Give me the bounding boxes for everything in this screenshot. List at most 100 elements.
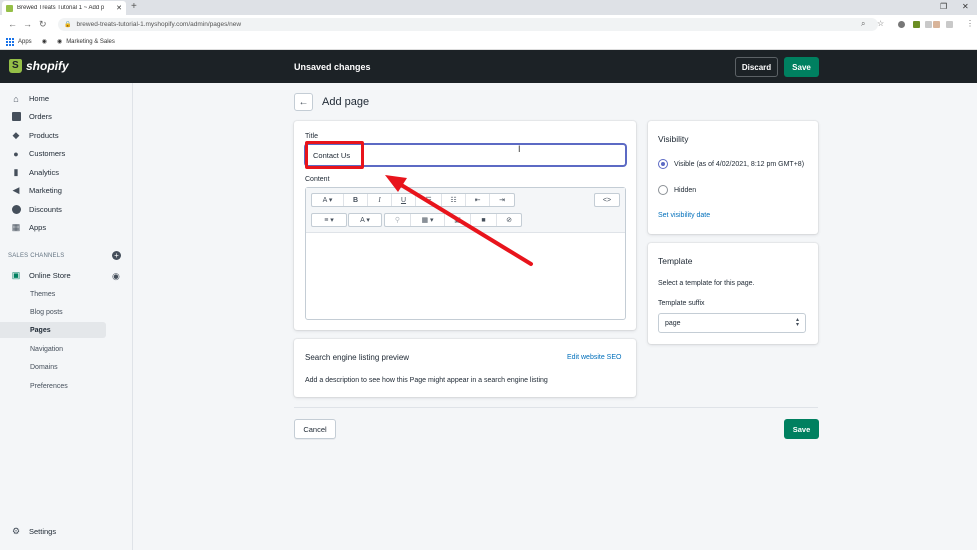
- extension-icon[interactable]: [946, 21, 953, 28]
- bold-button[interactable]: B: [344, 194, 368, 206]
- footer-divider: [294, 407, 818, 408]
- shopify-logo[interactable]: shopify: [9, 59, 69, 73]
- sidebar-item-settings[interactable]: ⚙ Settings: [0, 523, 133, 540]
- seo-heading: Search engine listing preview: [305, 353, 410, 362]
- visible-radio[interactable]: [658, 159, 668, 169]
- outdent-button[interactable]: ⇤: [466, 194, 490, 206]
- sidebar-item-discounts[interactable]: Discounts: [0, 201, 133, 218]
- add-channel-icon[interactable]: +: [112, 251, 121, 260]
- annotation-highlight-box: [305, 141, 364, 169]
- extension-icon[interactable]: [933, 21, 940, 28]
- visibility-heading: Visibility: [658, 134, 689, 144]
- bookmark-marketing[interactable]: ◉: [42, 38, 47, 45]
- sidebar-subitem-pages[interactable]: Pages: [0, 322, 106, 338]
- shopify-bag-icon: [9, 59, 22, 73]
- bookmark-label: Marketing & Sales: [66, 38, 115, 45]
- bookmark-marketing-sales[interactable]: ◉ Marketing & Sales: [57, 38, 115, 46]
- extension-icon[interactable]: [898, 21, 905, 28]
- back-button[interactable]: ←: [294, 93, 313, 111]
- text-color-button[interactable]: A ▾: [349, 214, 381, 226]
- sidebar-subitem-themes[interactable]: Themes: [0, 286, 106, 302]
- underline-button[interactable]: U: [392, 194, 416, 206]
- toolbar-group-text: A ▾ B I U ☰ ☷ ⇤ ⇥: [311, 193, 515, 207]
- template-suffix-value: page: [665, 319, 681, 327]
- save-button-bottom[interactable]: Save: [784, 419, 819, 439]
- italic-button[interactable]: I: [368, 194, 392, 206]
- sidebar-subitem-preferences[interactable]: Preferences: [0, 378, 106, 394]
- sidebar-item-label: Analytics: [29, 168, 60, 177]
- align-button[interactable]: ≡ ▾: [312, 214, 346, 226]
- set-visibility-date-link[interactable]: Set visibility date: [658, 212, 710, 219]
- zoom-icon[interactable]: ⌕: [861, 19, 865, 29]
- link-icon[interactable]: ⚲: [385, 214, 411, 226]
- person-icon: ●: [13, 148, 19, 159]
- extension-icon[interactable]: [913, 21, 920, 28]
- cancel-button[interactable]: Cancel: [294, 419, 336, 439]
- sidebar-subitem-domains[interactable]: Domains: [0, 359, 106, 375]
- sidebar-item-label: Marketing: [29, 186, 62, 195]
- eye-icon[interactable]: ◉: [112, 271, 120, 282]
- new-tab-icon[interactable]: +: [131, 1, 137, 12]
- sidebar-item-label: Discounts: [29, 205, 62, 214]
- gear-icon: ⚙: [11, 526, 21, 536]
- back-arrow-icon[interactable]: ←: [8, 19, 17, 29]
- hidden-radio[interactable]: [658, 185, 668, 195]
- sidebar-item-customers[interactable]: ● Customers: [0, 145, 133, 162]
- seo-card: Search engine listing preview Edit websi…: [294, 339, 636, 397]
- visibility-card: Visibility Visible (as of 4/02/2021, 8:1…: [648, 121, 818, 234]
- restore-window-icon[interactable]: ❐: [940, 2, 947, 11]
- sidebar-item-label: Online Store: [29, 271, 71, 280]
- sidebar-item-products[interactable]: ◆ Products: [0, 127, 133, 144]
- close-tab-icon[interactable]: ✕: [116, 4, 122, 12]
- home-icon: ⌂: [13, 93, 19, 104]
- sidebar-subitem-blog-posts[interactable]: Blog posts: [0, 304, 106, 320]
- browser-address-bar: ← → ↻ 🔒 brewed-treats-tutorial-1.myshopi…: [0, 15, 977, 34]
- hidden-radio-label: Hidden: [674, 187, 697, 194]
- save-button-top[interactable]: Save: [784, 57, 819, 77]
- clear-format-icon[interactable]: ⊘: [497, 214, 521, 226]
- sidebar-item-home[interactable]: ⌂ Home: [0, 90, 133, 107]
- sidebar-item-analytics[interactable]: ▮ Analytics: [0, 164, 133, 181]
- unsaved-changes-label: Unsaved changes: [294, 62, 371, 72]
- indent-button[interactable]: ⇥: [490, 194, 514, 206]
- tag-icon: ◆: [12, 130, 20, 140]
- toolbar-group-insert: ⚲ ▦ ▾ ▣ ■ ⊘: [384, 213, 522, 227]
- editor-toolbar: A ▾ B I U ☰ ☷ ⇤ ⇥ <> ≡ ▾ A ▾ ⚲ ▦ ▾ ▣ ■ ⊘: [306, 188, 625, 233]
- store-icon: ▣: [11, 270, 21, 280]
- template-card: Template Select a template for this page…: [648, 243, 818, 344]
- template-heading: Template: [658, 256, 693, 266]
- numbered-list-button[interactable]: ☷: [442, 194, 466, 206]
- edit-seo-link[interactable]: Edit website SEO: [567, 354, 621, 361]
- orders-icon: [11, 112, 21, 122]
- table-button[interactable]: ▦ ▾: [411, 214, 445, 226]
- discard-button[interactable]: Discard: [735, 57, 778, 77]
- toolbar-group-align: ≡ ▾: [311, 213, 347, 227]
- sidebar-item-apps[interactable]: ▦ Apps: [0, 219, 133, 236]
- close-window-icon[interactable]: ✕: [962, 2, 969, 11]
- globe-icon: ◉: [41, 39, 47, 45]
- bookmark-apps[interactable]: Apps: [6, 37, 32, 46]
- bullet-list-button[interactable]: ☰: [416, 194, 442, 206]
- toolbar-group-html: <>: [594, 193, 620, 207]
- sidebar-subitem-navigation[interactable]: Navigation: [0, 341, 106, 357]
- menu-dots-icon[interactable]: ⋮: [966, 19, 974, 28]
- lock-icon: 🔒: [64, 22, 72, 28]
- sidebar-item-label: Apps: [29, 223, 47, 232]
- discount-icon: [11, 205, 21, 215]
- extension-icon[interactable]: [925, 21, 932, 28]
- apps-icon: ▦: [11, 222, 21, 232]
- bookmark-star-icon[interactable]: ☆: [877, 19, 884, 28]
- url-field[interactable]: 🔒 brewed-treats-tutorial-1.myshopify.com…: [58, 18, 878, 31]
- rich-text-editor: A ▾ B I U ☰ ☷ ⇤ ⇥ <> ≡ ▾ A ▾ ⚲ ▦ ▾ ▣ ■ ⊘: [305, 187, 626, 320]
- browser-tab[interactable]: Brewed Treats Tutorial 1 ~ Add p ✕: [2, 1, 126, 15]
- forward-arrow-icon[interactable]: →: [23, 19, 32, 29]
- toolbar-group-color: A ▾: [348, 213, 382, 227]
- reload-icon[interactable]: ↻: [39, 19, 47, 30]
- sidebar-item-marketing[interactable]: ◀ Marketing: [0, 182, 133, 199]
- font-format-button[interactable]: A ▾: [312, 194, 344, 206]
- image-icon[interactable]: ▣: [445, 214, 471, 226]
- show-html-button[interactable]: <>: [595, 194, 619, 206]
- sidebar-item-orders[interactable]: Orders: [0, 108, 133, 125]
- template-suffix-select[interactable]: page ▴ ▾: [658, 313, 806, 333]
- video-icon[interactable]: ■: [471, 214, 497, 226]
